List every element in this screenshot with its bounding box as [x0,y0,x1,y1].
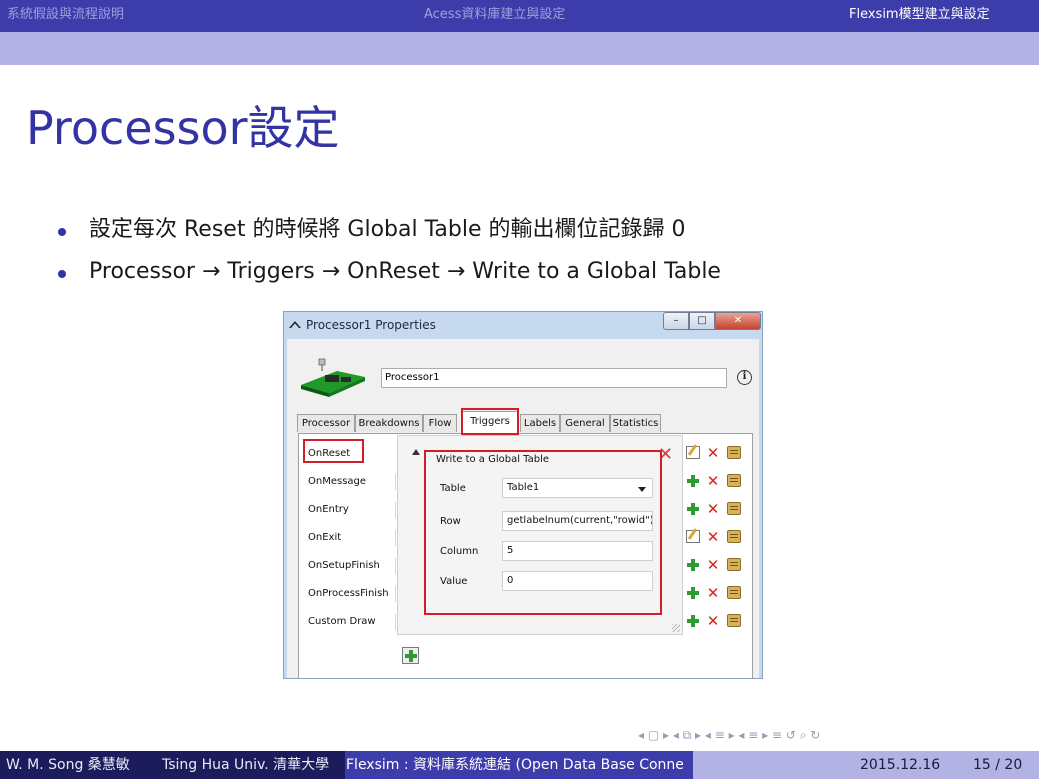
script-icon[interactable] [727,446,741,459]
trigger-onmessage[interactable]: OnMessage [308,476,366,487]
trigger-onsetupfinish[interactable]: OnSetupFinish [308,560,380,571]
delete-icon[interactable]: ✕ [706,558,720,573]
section-link-system-assumptions[interactable]: 系統假設與流程說明 [7,7,124,23]
info-icon[interactable]: i [737,370,752,385]
slide-title: Processor設定 [26,101,340,155]
tab-flow[interactable]: Flow [423,414,457,432]
global-table-highlight-box [424,450,662,615]
plus-icon [404,649,418,663]
collapse-triangle-icon[interactable] [412,449,420,455]
minimize-button[interactable]: – [663,312,689,330]
script-icon[interactable] [727,586,741,599]
tab-statistics[interactable]: Statistics [610,414,661,432]
maximize-button[interactable]: □ [689,312,715,330]
trigger-custom-draw[interactable]: Custom Draw [308,616,376,627]
footer-date: 2015.12.16 [860,757,941,773]
trigger-divider [395,502,396,518]
tab-labels[interactable]: Labels [520,414,560,432]
script-icon[interactable] [727,614,741,627]
section-link-access-database[interactable]: Acess資料庫建立與設定 [424,7,565,23]
footer-page-number: 15 / 20 [973,757,1023,773]
object-name-field[interactable]: Processor1 [381,368,727,388]
triggers-tab-highlight-box [461,408,519,435]
footer-author-institution: W. M. Song 桑慧敏 Tsing Hua Univ. 清華大學 [0,751,345,779]
delete-icon[interactable]: ✕ [706,446,720,461]
delete-icon[interactable]: ✕ [706,474,720,489]
bullet-text: Processor → Triggers → OnReset → Write t… [89,259,721,284]
tab-processor[interactable]: Processor [297,414,355,432]
section-navigation-bar: 系統假設與流程說明 Acess資料庫建立與設定 Flexsim模型建立與設定 [0,0,1039,32]
trigger-divider [395,530,396,546]
footer-author: W. M. Song 桑慧敏 [6,757,130,773]
edit-code-icon[interactable] [686,446,700,459]
script-icon[interactable] [727,474,741,487]
processor-window-icon [289,321,301,328]
dialog-title: Processor1 Properties [306,318,436,332]
close-button[interactable]: ✕ [715,312,761,330]
plus-icon[interactable] [686,558,700,572]
script-icon[interactable] [727,558,741,571]
plus-icon[interactable] [686,502,700,516]
script-icon[interactable] [727,502,741,515]
trigger-divider [395,586,396,602]
footer-talk-title: Flexsim : 資料庫系統連結 (Open Data Base Conne [345,751,693,779]
footer-institution: Tsing Hua Univ. 清華大學 [162,757,330,773]
add-trigger-button[interactable] [402,647,419,664]
slide-navigation-controls[interactable]: ◂ ▢ ▸ ◂ ⧉ ▸ ◂ ≡ ▸ ◂ ≡ ▸ ≡ ↺ ⌕ ↻ [638,728,820,743]
delete-icon[interactable]: ✕ [706,502,720,517]
trigger-divider [395,558,396,574]
processor-model-icon [301,358,365,397]
delete-icon[interactable]: ✕ [706,586,720,601]
bullet-text: 設定每次 Reset 的時候將 Global Table 的輸出欄位記錄歸 0 [89,217,686,242]
onreset-highlight-box [303,439,364,463]
section-link-flexsim-model[interactable]: Flexsim模型建立與設定 [849,7,990,23]
header-subbar [0,32,1039,65]
bullet-dot-icon [58,228,66,236]
footer-date-page: 2015.12.16 15 / 20 [693,751,1039,779]
script-icon[interactable] [727,530,741,543]
plus-icon[interactable] [686,614,700,628]
plus-icon[interactable] [686,586,700,600]
trigger-onentry[interactable]: OnEntry [308,504,349,515]
tab-general[interactable]: General [560,414,610,432]
trigger-divider [395,474,396,490]
delete-icon[interactable]: ✕ [706,530,720,545]
delete-icon[interactable]: ✕ [706,614,720,629]
tab-breakdowns[interactable]: Breakdowns [355,414,423,432]
bullet-dot-icon [58,270,66,278]
trigger-divider [395,614,396,630]
plus-icon[interactable] [686,474,700,488]
trigger-onprocessfinish[interactable]: OnProcessFinish [308,588,389,599]
edit-code-icon[interactable] [686,530,700,543]
trigger-onexit[interactable]: OnExit [308,532,341,543]
resize-grip-icon[interactable] [672,624,680,632]
footer-talk: Flexsim : 資料庫系統連結 (Open Data Base Conne [346,757,684,773]
footer: W. M. Song 桑慧敏 Tsing Hua Univ. 清華大學 Flex… [0,751,1039,779]
